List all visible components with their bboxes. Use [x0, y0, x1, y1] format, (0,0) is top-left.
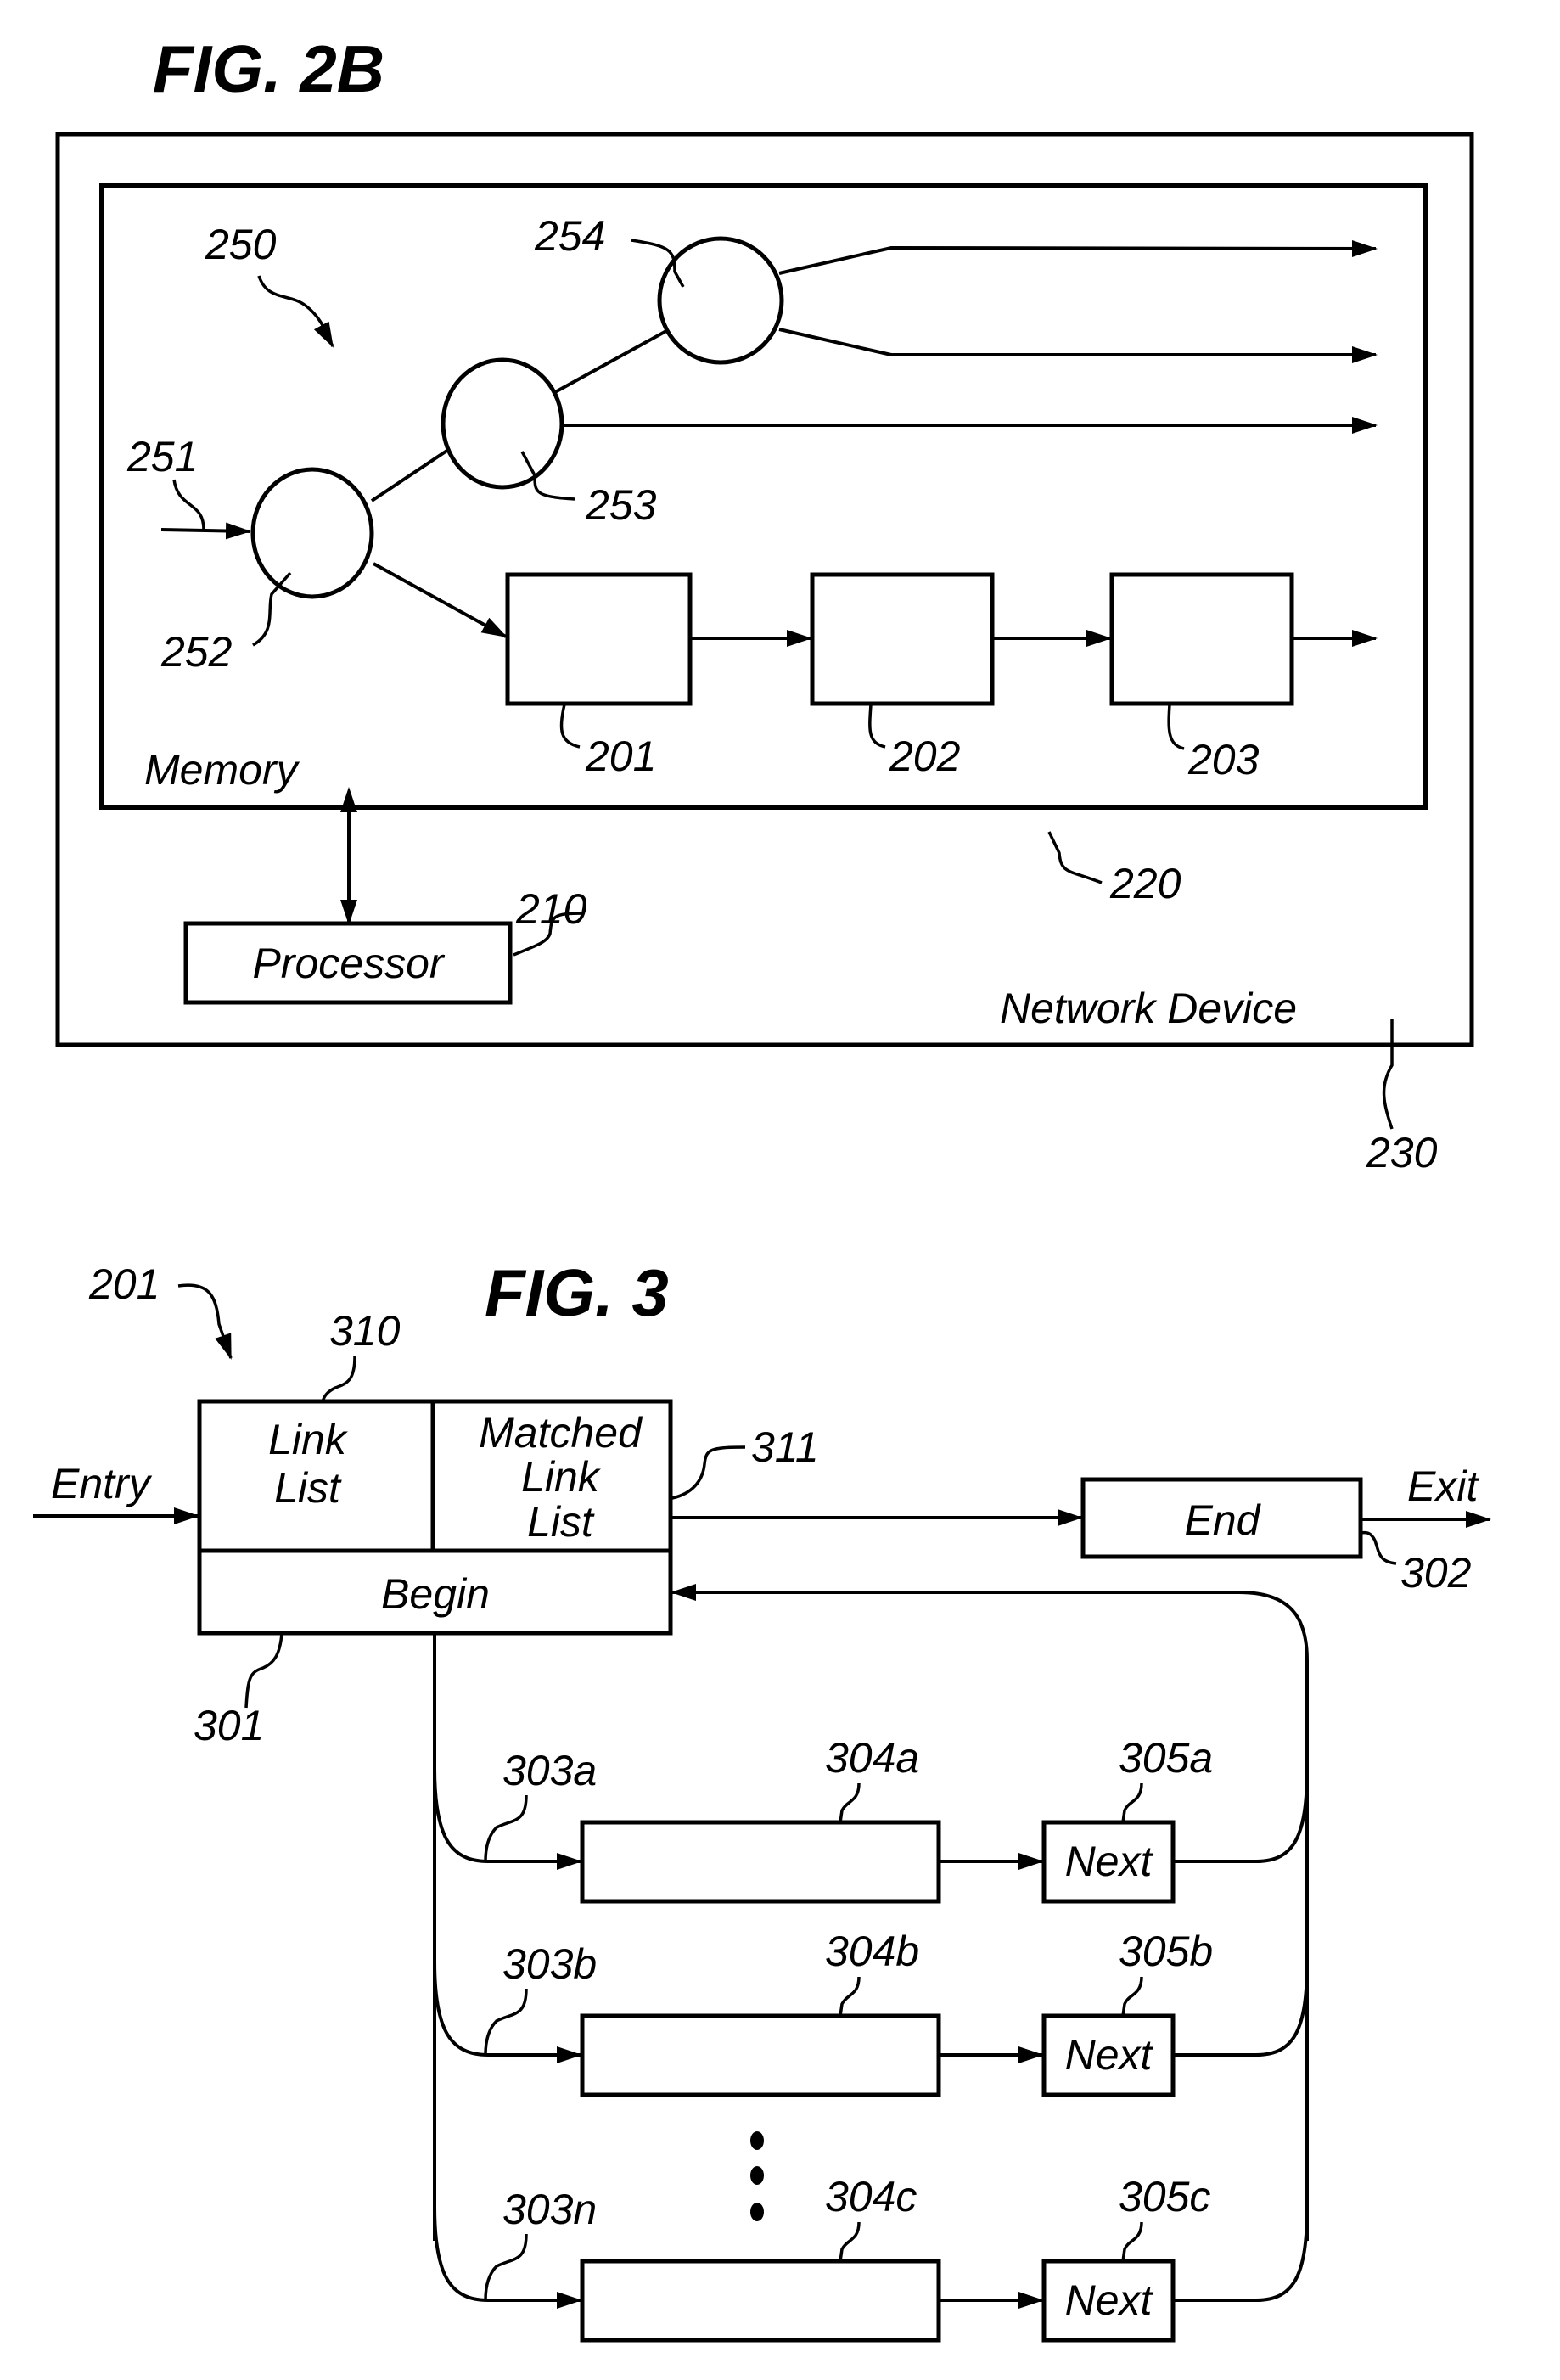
node-box-203 — [1109, 572, 1294, 706]
list-entry-box — [580, 2013, 941, 2097]
ref-302: 302 — [1400, 1549, 1472, 1597]
link-list-row: Next 303a 304a 305a — [433, 1734, 1309, 1904]
link-list-line1: Link — [268, 1416, 349, 1463]
tree-node-254 — [657, 236, 784, 365]
next-label: Next — [1065, 2031, 1154, 2079]
next-leader — [1121, 2221, 1143, 2262]
entry-leader — [839, 1782, 861, 1823]
node-box-201 — [505, 572, 693, 706]
next-ref: 305c — [1119, 2173, 1210, 2220]
figure-3: FIG. 3 201 Link List Matched Link List B… — [33, 1255, 1491, 2343]
ellipsis-dot — [750, 2166, 764, 2185]
ref-301: 301 — [194, 1702, 264, 1749]
begin-label: Begin — [381, 1570, 490, 1618]
end-label: End — [1185, 1496, 1262, 1544]
entry-ref: 304c — [825, 2173, 917, 2220]
next-leader — [1121, 1782, 1143, 1823]
ellipsis-dot — [750, 2131, 764, 2150]
leader-301 — [244, 1632, 283, 1709]
pointer-ref: 303n — [502, 2186, 597, 2233]
pointer-leader — [484, 1988, 528, 2056]
row-return-curve — [1173, 1961, 1309, 2057]
memory-label: Memory — [144, 746, 300, 794]
ref-310: 310 — [329, 1307, 401, 1355]
figure-2b-title: FIG. 2B — [153, 31, 384, 106]
leader-310 — [321, 1356, 356, 1402]
ref-252: 252 — [160, 628, 233, 676]
pointer-ref: 303b — [502, 1940, 597, 1988]
ellipsis-dot — [750, 2203, 764, 2221]
link-list-line2: List — [274, 1464, 342, 1512]
entry-label: Entry — [51, 1460, 153, 1507]
list-entry-box — [580, 2259, 941, 2343]
next-ref: 305a — [1119, 1734, 1213, 1782]
tree-node-252 — [250, 467, 374, 599]
entry-leader — [839, 1976, 861, 2017]
link-list-row: Next 303n 304c 305c — [433, 2173, 1309, 2343]
row-return-curve — [1173, 1767, 1309, 1863]
node-box-202 — [810, 572, 995, 706]
matched-line2: Link — [521, 1453, 602, 1501]
link-list-row: Next 303b 304b 305b — [433, 1928, 1309, 2097]
exit-label: Exit — [1407, 1462, 1479, 1510]
link-list-cell: Link List — [268, 1416, 349, 1512]
matched-line3: List — [527, 1498, 595, 1546]
row-return-curve — [1173, 2206, 1309, 2302]
entry-leader — [839, 2221, 861, 2262]
ref-254: 254 — [534, 212, 605, 260]
pointer-ref: 303a — [502, 1747, 597, 1794]
figure-2b: FIG. 2B Memory Processor Network Device — [55, 31, 1474, 1176]
ref-230: 230 — [1366, 1129, 1438, 1176]
leader-302 — [1360, 1530, 1397, 1565]
ref-311: 311 — [751, 1423, 819, 1471]
list-entry-box — [580, 1820, 941, 1904]
ref-253: 253 — [585, 481, 657, 529]
ref-203: 203 — [1187, 736, 1260, 783]
ref-201: 201 — [585, 733, 656, 780]
next-ref: 305b — [1119, 1928, 1213, 1975]
next-label: Next — [1065, 2276, 1154, 2324]
link-list-rows: Next 303a 304a 305a Next 303b 304b 305b Next 303n… — [433, 1734, 1309, 2343]
ref-250: 250 — [205, 221, 277, 268]
leader-311 — [671, 1445, 746, 1500]
tree-node-253 — [441, 357, 564, 490]
figure-3-title: FIG. 3 — [485, 1255, 669, 1330]
entry-ref: 304b — [825, 1928, 919, 1975]
matched-line1: Matched — [479, 1409, 643, 1457]
input-arrow-251 — [160, 522, 251, 540]
ref-251: 251 — [126, 433, 198, 480]
entry-ref: 304a — [825, 1734, 919, 1782]
pointer-leader — [484, 1794, 528, 1862]
next-leader — [1121, 1976, 1143, 2017]
ref-220: 220 — [1109, 860, 1181, 907]
processor-label: Processor — [252, 940, 445, 987]
ref-202: 202 — [889, 733, 961, 780]
patent-drawing-sheet: FIG. 2B Memory Processor Network Device — [33, 31, 1491, 2343]
network-device-label: Network Device — [1000, 985, 1297, 1032]
next-label: Next — [1065, 1838, 1154, 1885]
leader-201-fig3 — [177, 1283, 233, 1360]
pointer-leader — [484, 2233, 528, 2301]
ref-201-fig3: 201 — [88, 1260, 160, 1308]
